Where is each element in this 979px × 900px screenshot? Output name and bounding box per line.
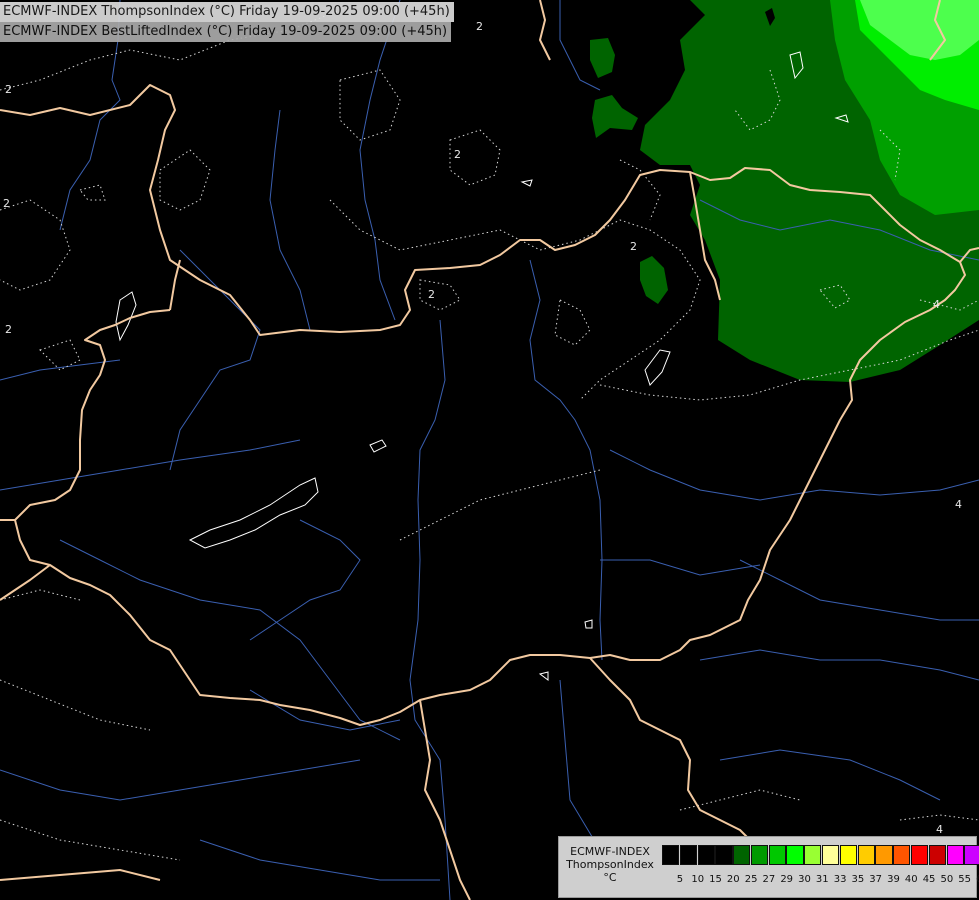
contour-label: 2 xyxy=(3,197,10,210)
contour-label: 2 xyxy=(630,240,637,253)
legend-tick-label: 20 xyxy=(726,874,740,885)
weather-map: 2 2 2 2 2 2 2 4 4 4 xyxy=(0,0,979,900)
map-viewer: 2 2 2 2 2 2 2 4 4 4 ECMWF-INDEX Thompson… xyxy=(0,0,979,900)
border-south xyxy=(14,309,591,726)
fill-area-small-3 xyxy=(640,256,668,304)
contour-label: 2 xyxy=(5,323,12,336)
legend-tick-label: 15 xyxy=(709,874,722,885)
index-fill-areas xyxy=(590,0,979,382)
legend-swatch xyxy=(733,845,751,865)
legend-tick-label: 30 xyxy=(798,874,811,885)
legend-swatch xyxy=(715,845,733,865)
legend-caption: ECMWF-INDEX ThompsonIndex °C xyxy=(561,845,659,884)
legend-swatch xyxy=(910,845,929,865)
legend-swatches xyxy=(662,845,979,865)
legend-swatch xyxy=(839,845,857,865)
legend-tick-label: 10 xyxy=(691,874,705,885)
fill-area-small-1 xyxy=(590,38,615,78)
legend-tick-label: 33 xyxy=(833,874,847,885)
color-legend: ECMWF-INDEX ThompsonIndex °C 5 10 15 20 25 27… xyxy=(558,836,979,898)
legend-tick-label: 29 xyxy=(780,874,794,885)
legend-swatch xyxy=(804,845,822,865)
legend-tick-label: 25 xyxy=(744,874,758,885)
contour-label: 2 xyxy=(454,148,461,161)
contour-label: 2 xyxy=(5,83,12,96)
contour-label: 2 xyxy=(428,288,435,301)
map-title-best-lifted-index: ECMWF-INDEX BestLiftedIndex (°C) Friday … xyxy=(0,22,452,42)
legend-ticks: 5 10 15 20 25 27 29 30 31 33 35 37 39 40 45 50 5560 xyxy=(671,874,979,885)
legend-swatch xyxy=(786,845,804,865)
legend-tick-label: 60 xyxy=(974,874,979,885)
legend-tick-label: 45 xyxy=(922,874,936,885)
legend-parameter: ThompsonIndex xyxy=(566,858,654,871)
fill-area-small-2 xyxy=(592,95,638,138)
legend-tick-label: 50 xyxy=(940,874,954,885)
legend-model: ECMWF-INDEX xyxy=(570,845,650,858)
legend-swatch xyxy=(822,845,840,865)
legend-tick-label: 31 xyxy=(815,874,829,885)
legend-swatch xyxy=(928,845,946,865)
contour-label: 2 xyxy=(476,20,483,33)
legend-tick-label: 35 xyxy=(851,874,865,885)
legend-tick-label: 37 xyxy=(869,874,883,885)
legend-swatch xyxy=(964,845,979,865)
map-title-thompson-index: ECMWF-INDEX ThompsonIndex (°C) Friday 19… xyxy=(0,2,454,22)
lake-balaton xyxy=(188,477,319,549)
legend-swatch xyxy=(946,845,964,865)
legend-swatch xyxy=(697,845,715,865)
legend-tick-label: 5 xyxy=(676,874,684,885)
legend-tick-label: 55 xyxy=(958,874,972,885)
legend-swatch xyxy=(750,845,769,865)
legend-tick-label: 39 xyxy=(887,874,900,885)
legend-swatch xyxy=(662,845,680,865)
legend-swatch xyxy=(768,845,786,865)
legend-unit: °C xyxy=(603,871,617,884)
contour-label: 4 xyxy=(955,498,962,511)
legend-swatch xyxy=(893,845,911,865)
legend-swatch xyxy=(679,845,697,865)
contour-label: 4 xyxy=(933,298,940,311)
legend-tick-label: 40 xyxy=(904,874,918,885)
legend-tick-label: 27 xyxy=(762,874,776,885)
contour-label: 4 xyxy=(936,823,943,836)
legend-swatch xyxy=(875,845,893,865)
legend-swatch xyxy=(857,845,875,865)
